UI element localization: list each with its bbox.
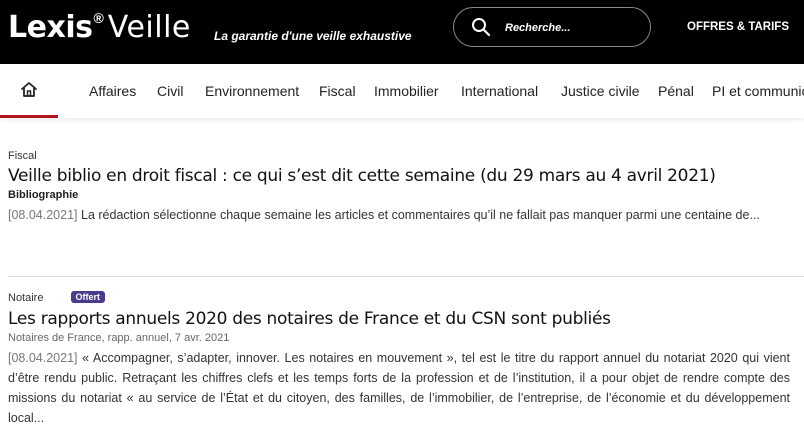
offers-pricing-link[interactable]: OFFRES & TARIFS — [687, 21, 789, 33]
article-date: [08.04.2021] — [8, 351, 78, 365]
article-category[interactable]: Fiscal — [8, 150, 790, 162]
article-summary: [08.04.2021] La rédaction sélectionne ch… — [8, 205, 790, 225]
article-category[interactable]: Notaire — [8, 292, 43, 304]
nav-item-environnement[interactable]: Environnement — [205, 83, 299, 99]
nav-item-civil[interactable]: Civil — [157, 83, 183, 99]
nav-item-immobilier[interactable]: Immobilier — [374, 83, 439, 99]
article-summary-text: La rédaction sélectionne chaque semaine … — [81, 208, 760, 222]
home-icon — [21, 82, 37, 97]
article-category-row: Notaire Offert — [8, 291, 790, 304]
logo-product: Veille — [107, 10, 191, 45]
lexis-veille-logo[interactable]: Lexis® Veille — [8, 10, 191, 45]
article-type: Bibliographie — [8, 189, 79, 201]
article-divider — [8, 276, 804, 277]
nav-item-pi-communication[interactable]: PI et communic — [712, 83, 804, 99]
search-icon[interactable] — [471, 17, 491, 37]
nav-item-justice-civile[interactable]: Justice civile — [561, 83, 640, 99]
tagline: La garantie d'une veille exhaustive — [214, 29, 412, 43]
logo-registered-mark: ® — [93, 10, 104, 26]
article-source: Notaires de France, rapp. annuel, 7 avr.… — [8, 332, 230, 344]
search-input[interactable] — [505, 18, 635, 38]
search-box[interactable] — [453, 7, 651, 47]
nav-item-penal[interactable]: Pénal — [658, 83, 694, 99]
article-date: [08.04.2021] — [8, 208, 78, 222]
offered-badge: Offert — [70, 291, 106, 303]
nav-home-tab[interactable] — [0, 64, 58, 118]
article-title[interactable]: Veille biblio en droit fiscal : ce qui s… — [8, 166, 790, 186]
nav-item-international[interactable]: International — [461, 83, 538, 99]
article-card: Fiscal Veille biblio en droit fiscal : c… — [8, 150, 790, 225]
logo-brand: Lexis — [8, 10, 93, 45]
nav-item-fiscal[interactable]: Fiscal — [319, 83, 356, 99]
top-header: Lexis® Veille La garantie d'une veille ex… — [0, 0, 804, 64]
nav-item-affaires[interactable]: Affaires — [89, 83, 136, 99]
article-summary-text: « Accompagner, s’adapter, innover. Les n… — [8, 351, 790, 425]
article-card: Notaire Offert Les rapports annuels 2020… — [8, 291, 790, 428]
category-nav: Affaires Civil Environnement Fiscal Immo… — [0, 64, 804, 118]
article-summary: [08.04.2021] « Accompagner, s’adapter, i… — [8, 348, 790, 428]
article-title[interactable]: Les rapports annuels 2020 des notaires d… — [8, 309, 790, 329]
